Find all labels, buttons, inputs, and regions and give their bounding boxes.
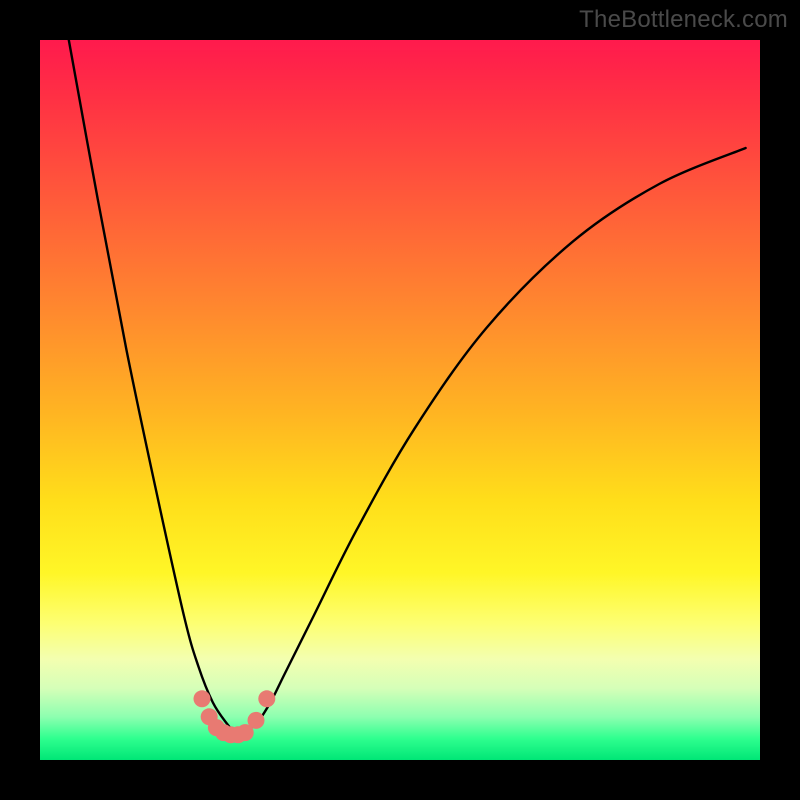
valley-marker — [258, 690, 275, 707]
chart-frame: TheBottleneck.com — [0, 0, 800, 800]
plot-area — [40, 40, 760, 760]
valley-marker-group — [194, 690, 276, 743]
curve-layer — [40, 40, 760, 760]
valley-marker — [194, 690, 211, 707]
bottleneck-curve — [69, 40, 746, 732]
valley-marker — [248, 712, 265, 729]
watermark-text: TheBottleneck.com — [579, 6, 788, 34]
